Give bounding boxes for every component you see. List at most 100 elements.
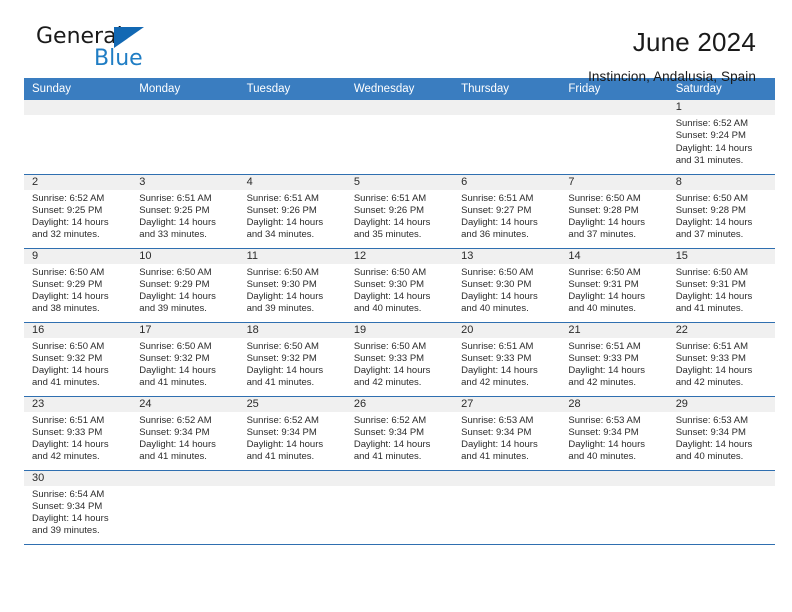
- day-number: 18: [238, 322, 346, 338]
- calendar-cell-day: 8 Sunrise: 6:50 AM Sunset: 9:28 PM Daylight…: [667, 174, 775, 248]
- calendar-cell-empty: [131, 100, 239, 174]
- daylight-text-line1: Daylight: 14 hours: [139, 365, 216, 377]
- calendar-cell-day: 21 Sunrise: 6:51 AM Sunset: 9:33 PM Dayligh…: [560, 322, 668, 396]
- calendar-cell[interactable]: 17 Sunrise: 6:50 AM Sunset: 9:32 PM Dayligh…: [131, 322, 239, 397]
- weekday-header-wednesday: Wednesday: [345, 78, 454, 100]
- calendar-cell-day: 30 Sunrise: 6:54 AM Sunset: 9:34 PM Dayligh…: [24, 470, 132, 544]
- calendar-cell[interactable]: 6 Sunrise: 6:51 AM Sunset: 9:27 PM Daylight…: [453, 174, 561, 249]
- sunrise-text: Sunrise: 6:50 AM: [139, 340, 212, 352]
- day-number: [238, 470, 346, 486]
- sunset-text: Sunset: 9:30 PM: [461, 278, 532, 290]
- calendar-cell[interactable]: 10 Sunrise: 6:50 AM Sunset: 9:29 PM Dayligh…: [131, 248, 239, 323]
- sunset-text: Sunset: 9:28 PM: [675, 204, 746, 216]
- sunset-text: Sunset: 9:30 PM: [353, 278, 425, 290]
- weekday-header-monday: Monday: [131, 78, 239, 100]
- daylight-text-line1: Daylight: 14 hours: [675, 365, 753, 377]
- sunrise-text: Sunrise: 6:52 AM: [675, 118, 749, 129]
- calendar-cell[interactable]: 18 Sunrise: 6:50 AM Sunset: 9:32 PM Dayligh…: [238, 322, 346, 397]
- calendar-cell[interactable]: 25 Sunrise: 6:52 AM Sunset: 9:34 PM Dayligh…: [238, 396, 346, 471]
- daylight-text-line2: and 33 minutes.: [139, 229, 207, 241]
- calendar-cell[interactable]: 2 Sunrise: 6:52 AM Sunset: 9:25 PM Daylight…: [24, 174, 132, 249]
- calendar-cell-day: 19 Sunrise: 6:50 AM Sunset: 9:33 PM Dayligh…: [345, 322, 454, 396]
- calendar-cell[interactable]: 19 Sunrise: 6:50 AM Sunset: 9:33 PM Dayligh…: [345, 322, 454, 397]
- calendar-cell-empty: [238, 470, 346, 544]
- daylight-text-line1: Daylight: 14 hours: [32, 513, 109, 525]
- daylight-text-line2: and 41 minutes.: [246, 377, 315, 389]
- daylight-text-line2: and 41 minutes.: [675, 303, 744, 315]
- sunrise-text: Sunrise: 6:50 AM: [568, 266, 641, 278]
- day-number: 25: [238, 396, 346, 412]
- calendar-cell-empty: [24, 100, 132, 174]
- calendar-cell: [238, 100, 346, 175]
- daylight-text-line2: and 39 minutes.: [246, 303, 315, 315]
- calendar-cell[interactable]: 14 Sunrise: 6:50 AM Sunset: 9:31 PM Dayligh…: [560, 248, 668, 323]
- calendar-cell: [345, 470, 454, 545]
- calendar-cell[interactable]: 15 Sunrise: 6:50 AM Sunset: 9:31 PM Dayligh…: [667, 248, 775, 323]
- day-number: 5: [345, 174, 454, 190]
- calendar-cell[interactable]: 29 Sunrise: 6:53 AM Sunset: 9:34 PM Dayligh…: [667, 396, 775, 471]
- daylight-text-line1: Daylight: 14 hours: [675, 142, 753, 154]
- sunrise-text: Sunrise: 6:53 AM: [675, 414, 749, 426]
- calendar-cell[interactable]: 22 Sunrise: 6:51 AM Sunset: 9:33 PM Dayligh…: [667, 322, 775, 397]
- calendar-cell[interactable]: 27 Sunrise: 6:53 AM Sunset: 9:34 PM Dayligh…: [453, 396, 561, 471]
- calendar-cell: [238, 470, 346, 545]
- calendar-cell[interactable]: 24 Sunrise: 6:52 AM Sunset: 9:34 PM Dayligh…: [131, 396, 239, 471]
- calendar-cell: [131, 470, 239, 545]
- calendar-cell[interactable]: 13 Sunrise: 6:50 AM Sunset: 9:30 PM Dayligh…: [453, 248, 561, 323]
- day-number: [453, 100, 561, 115]
- daylight-text-line2: and 41 minutes.: [353, 451, 422, 463]
- calendar-cell[interactable]: 28 Sunrise: 6:53 AM Sunset: 9:34 PM Dayligh…: [560, 396, 668, 471]
- daylight-text-line1: Daylight: 14 hours: [246, 217, 324, 229]
- calendar-cell-day: 12 Sunrise: 6:50 AM Sunset: 9:30 PM Dayligh…: [345, 248, 454, 322]
- sunset-text: Sunset: 9:28 PM: [568, 204, 639, 216]
- daylight-text-line2: and 38 minutes.: [32, 303, 100, 315]
- calendar-cell[interactable]: 20 Sunrise: 6:51 AM Sunset: 9:33 PM Dayligh…: [453, 322, 561, 397]
- daylight-text-line1: Daylight: 14 hours: [353, 365, 431, 377]
- day-number: [453, 470, 561, 486]
- calendar-cell[interactable]: 3 Sunrise: 6:51 AM Sunset: 9:25 PM Daylight…: [131, 174, 239, 249]
- day-sun-info: Sunrise: 6:54 AM Sunset: 9:34 PM Daylight:…: [24, 486, 131, 538]
- calendar-cell[interactable]: 26 Sunrise: 6:52 AM Sunset: 9:34 PM Dayligh…: [345, 396, 454, 471]
- calendar-cell-day: 10 Sunrise: 6:50 AM Sunset: 9:29 PM Dayligh…: [131, 248, 239, 322]
- calendar-cell-day: 9 Sunrise: 6:50 AM Sunset: 9:29 PM Daylight…: [24, 248, 132, 322]
- day-sun-info: Sunrise: 6:51 AM Sunset: 9:33 PM Daylight:…: [560, 338, 667, 390]
- day-number: 15: [667, 248, 775, 264]
- calendar-cell: [667, 470, 775, 545]
- sunrise-text: Sunrise: 6:53 AM: [568, 414, 641, 426]
- calendar-cell[interactable]: 5 Sunrise: 6:51 AM Sunset: 9:26 PM Daylight…: [345, 174, 454, 249]
- calendar-cell[interactable]: 4 Sunrise: 6:51 AM Sunset: 9:26 PM Daylight…: [238, 174, 346, 249]
- day-number: [238, 100, 346, 115]
- calendar-cell[interactable]: 8 Sunrise: 6:50 AM Sunset: 9:28 PM Daylight…: [667, 174, 775, 249]
- calendar-cell[interactable]: 12 Sunrise: 6:50 AM Sunset: 9:30 PM Dayligh…: [345, 248, 454, 323]
- calendar-cell[interactable]: 1 Sunrise: 6:52 AM Sunset: 9:24 PM Daylight…: [667, 100, 775, 175]
- day-number: 27: [453, 396, 561, 412]
- day-number: 17: [131, 322, 239, 338]
- calendar-cell[interactable]: 21 Sunrise: 6:51 AM Sunset: 9:33 PM Dayligh…: [560, 322, 668, 397]
- day-number: 23: [24, 396, 132, 412]
- calendar-cell[interactable]: 7 Sunrise: 6:50 AM Sunset: 9:28 PM Daylight…: [560, 174, 668, 249]
- day-number: 29: [667, 396, 775, 412]
- day-number: 4: [238, 174, 346, 190]
- day-number: 22: [667, 322, 775, 338]
- day-number: 8: [667, 174, 775, 190]
- daylight-text-line2: and 42 minutes.: [568, 377, 637, 389]
- calendar-cell-empty: [345, 100, 454, 174]
- daylight-text-line1: Daylight: 14 hours: [675, 217, 753, 229]
- brand-logo[interactable]: General Blue: [33, 26, 173, 76]
- calendar-cell[interactable]: 11 Sunrise: 6:50 AM Sunset: 9:30 PM Dayligh…: [238, 248, 346, 323]
- sunrise-text: Sunrise: 6:51 AM: [32, 414, 105, 426]
- calendar-cell[interactable]: 30 Sunrise: 6:54 AM Sunset: 9:34 PM Dayligh…: [24, 470, 132, 545]
- sunrise-text: Sunrise: 6:50 AM: [139, 266, 212, 278]
- sunrise-text: Sunrise: 6:52 AM: [246, 414, 319, 426]
- daylight-text-line2: and 32 minutes.: [32, 229, 100, 241]
- calendar-cell: [345, 100, 454, 175]
- calendar-cell[interactable]: 9 Sunrise: 6:50 AM Sunset: 9:29 PM Daylight…: [24, 248, 132, 323]
- calendar-cell-day: 14 Sunrise: 6:50 AM Sunset: 9:31 PM Dayligh…: [560, 248, 668, 322]
- calendar-container: Sunday Monday Tuesday Wednesday Thursday…: [0, 78, 792, 545]
- calendar-cell[interactable]: 23 Sunrise: 6:51 AM Sunset: 9:33 PM Dayligh…: [24, 396, 132, 471]
- sunset-text: Sunset: 9:34 PM: [461, 426, 532, 438]
- day-sun-info: Sunrise: 6:52 AM Sunset: 9:25 PM Daylight:…: [24, 190, 131, 242]
- day-number: 1: [667, 100, 775, 115]
- calendar-cell[interactable]: 16 Sunrise: 6:50 AM Sunset: 9:32 PM Dayligh…: [24, 322, 132, 397]
- day-sun-info: Sunrise: 6:50 AM Sunset: 9:33 PM Daylight:…: [346, 338, 453, 390]
